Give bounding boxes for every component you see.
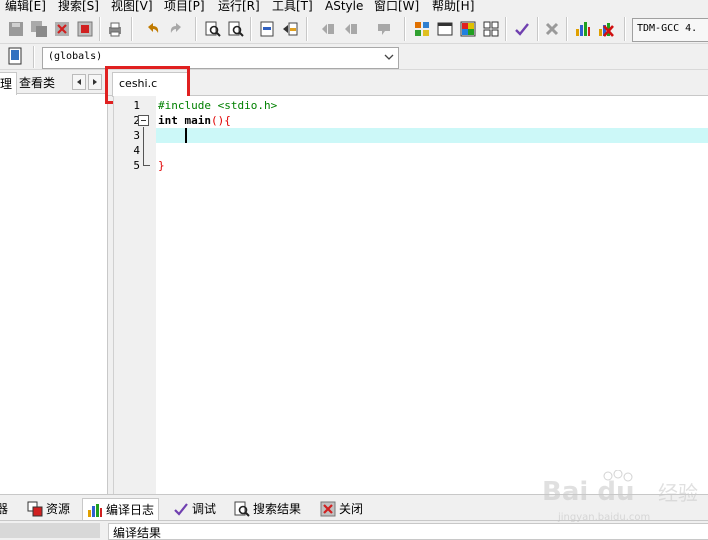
fold-line [143, 127, 144, 165]
goto-function-icon[interactable] [280, 19, 300, 39]
code-line: int main(){ [158, 113, 231, 128]
keyword-int: int [158, 114, 178, 127]
bottom-left-strip [0, 523, 100, 538]
code-editor[interactable]: #include <stdio.h> int main(){ } [156, 96, 708, 494]
fullscreen-icon[interactable] [435, 19, 455, 39]
undo-icon[interactable] [143, 19, 163, 39]
watermark-url: jingyan.baidu.com [557, 512, 650, 523]
function-name: main [177, 114, 211, 127]
line-number: 1 [133, 99, 140, 112]
current-line-highlight [156, 128, 708, 143]
tab-scroll-left-button[interactable] [72, 74, 86, 90]
scope-dropdown[interactable]: (globals) [42, 47, 399, 69]
line-number: 3 [133, 129, 140, 142]
tab-resources-label: 资源 [46, 502, 71, 516]
scope-value: (globals) [48, 51, 103, 62]
minus-icon [141, 120, 146, 121]
tab-debug[interactable]: 调试 [173, 498, 216, 520]
toolbar: TDM-GCC 4. [0, 14, 708, 44]
replace-icon[interactable] [226, 19, 246, 39]
code-line: #include <stdio.h> [158, 99, 278, 112]
resources-icon [27, 501, 43, 517]
line-number: 5 [133, 159, 140, 172]
watermark-logo-text: Bai du [542, 477, 634, 507]
line-number: 2 [133, 114, 140, 127]
close-file-icon[interactable] [52, 19, 72, 39]
redo-icon[interactable] [166, 19, 186, 39]
left-panel-tabs: 理 查看类 [0, 70, 108, 95]
menu-bar: 编辑[E] 搜索[S] 视图[V] 项目[P] 运行[R] 工具[T] ASty… [0, 0, 708, 14]
save-icon[interactable] [6, 19, 26, 39]
line-number: 4 [133, 144, 140, 157]
menu-project[interactable]: 项目[P] [164, 0, 205, 14]
tab-compile-log[interactable]: 编译日志 [82, 498, 160, 521]
menu-window[interactable]: 窗口[W] [374, 0, 419, 14]
menu-edit[interactable]: 编辑[E] [5, 0, 46, 14]
tab-compiler-label: 器 [0, 502, 9, 516]
stop-icon[interactable] [542, 19, 562, 39]
save-all-icon[interactable] [29, 19, 49, 39]
menu-run[interactable]: 运行[R] [218, 0, 260, 14]
goto-line-icon[interactable] [257, 19, 277, 39]
bookmark-icon[interactable] [5, 46, 25, 66]
tab-close-label: 关闭 [339, 502, 364, 516]
tab-search-results[interactable]: 搜索结果 [234, 498, 301, 520]
braces: (){ [211, 114, 231, 127]
line-number-gutter: 1 2 3 4 5 [113, 96, 156, 494]
print-icon[interactable] [105, 19, 125, 39]
tab-search-results-label: 搜索结果 [253, 502, 302, 516]
close-all-icon[interactable] [75, 19, 95, 39]
tab-scroll-right-button[interactable] [88, 74, 102, 90]
left-panel [0, 70, 108, 494]
compile-log-icon [88, 504, 102, 517]
toolbars-icon[interactable] [481, 19, 501, 39]
code-line: } [158, 159, 165, 172]
layout-icon[interactable] [412, 19, 432, 39]
previous-page-icon[interactable] [318, 19, 338, 39]
chart-icon[interactable] [573, 19, 593, 39]
baidu-watermark: Bai du 经验 jingyan.baidu.com [540, 469, 705, 530]
chevron-right-icon [93, 79, 97, 85]
watermark-sub-text: 经验 [658, 481, 698, 505]
baidu-logo-icon: Bai du 经验 jingyan.baidu.com [542, 469, 698, 523]
editor-tab-bar: ceshi.c [108, 70, 708, 97]
delete-chart-icon[interactable] [596, 19, 616, 39]
fold-toggle[interactable] [138, 115, 149, 126]
next-page-icon[interactable] [341, 19, 361, 39]
menu-help[interactable]: 帮助[H] [432, 0, 474, 14]
tab-class-browser[interactable]: 查看类 [15, 72, 59, 94]
tab-compile-log-label: 编译日志 [106, 503, 155, 517]
check-icon[interactable] [512, 19, 532, 39]
tab-compiler[interactable]: 器 [0, 498, 8, 520]
menu-tools[interactable]: 工具[T] [272, 0, 313, 14]
chevron-left-icon [77, 79, 81, 85]
text-caret [185, 128, 187, 143]
tab-resources[interactable]: 资源 [27, 498, 70, 520]
menu-search[interactable]: 搜索[S] [58, 0, 99, 14]
color-scheme-icon[interactable] [458, 19, 478, 39]
search-results-icon [234, 501, 250, 517]
tab-debug-label: 调试 [192, 502, 217, 516]
compiler-select[interactable]: TDM-GCC 4. [632, 18, 708, 42]
menu-astyle[interactable]: AStyle [325, 0, 363, 14]
debug-check-icon [174, 503, 188, 516]
close-panel-icon [320, 501, 336, 517]
chevron-down-icon [384, 54, 394, 60]
find-icon[interactable] [203, 19, 223, 39]
fold-end [143, 165, 150, 166]
menu-view[interactable]: 视图[V] [111, 0, 153, 14]
comment-icon[interactable] [374, 19, 394, 39]
tab-close[interactable]: 关闭 [320, 498, 363, 520]
